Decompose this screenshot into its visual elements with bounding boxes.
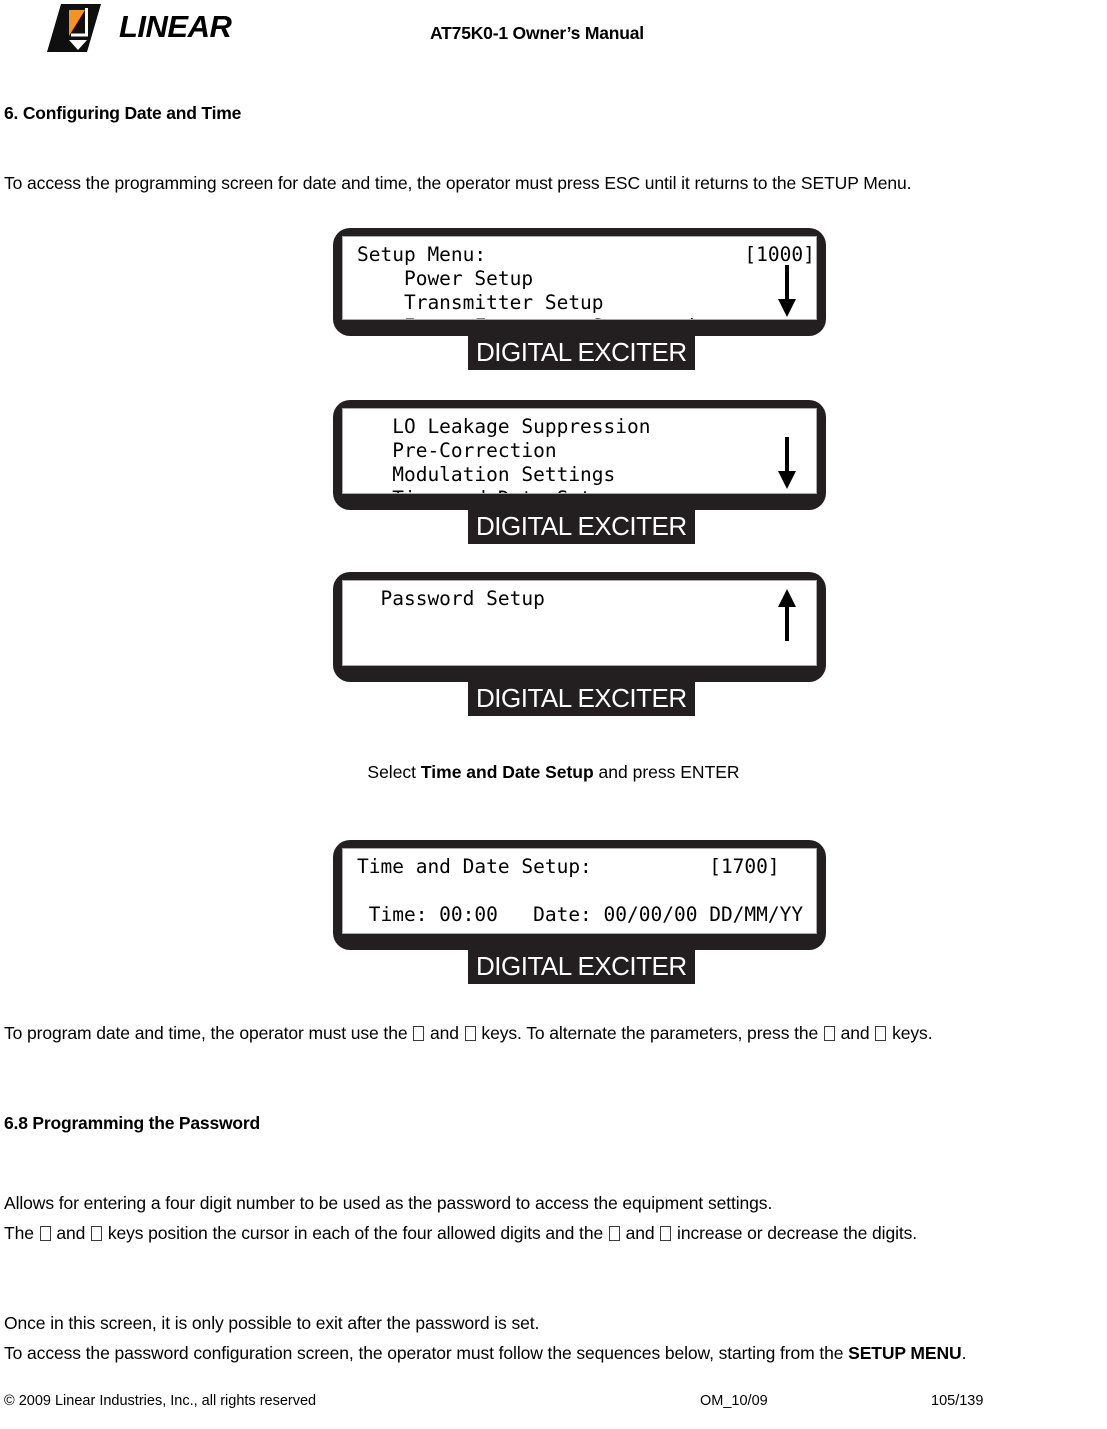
lcd-panel-lo-leakage-menu: LO Leakage Suppression Pre-Correction Mo… xyxy=(333,400,826,510)
header-title: AT75K0-1 Owner’s Manual xyxy=(430,23,644,43)
lcd-text: Time and Date Setup: [1700] Time: 00:00 … xyxy=(357,855,804,926)
lcd-text: Setup Menu: [1000] Power Setup Transmitt… xyxy=(357,243,815,319)
lcd-screen: Password Setup xyxy=(342,580,817,666)
caption-prefix: Select xyxy=(367,762,421,782)
note-part-c: keys. To alternate the parameters, press… xyxy=(476,1023,823,1043)
up-arrow-key-glyph-icon xyxy=(608,1226,620,1241)
down-arrow-icon xyxy=(776,435,798,491)
down-arrow-key-glyph-icon xyxy=(464,1026,476,1041)
caption-bold: Time and Date Setup xyxy=(420,762,594,782)
pw-part-b: and xyxy=(51,1223,91,1243)
footer-doc-code: OM_10/09 xyxy=(700,1393,768,1409)
down-arrow-icon xyxy=(776,263,798,319)
note-part-b: and xyxy=(425,1023,464,1043)
document-page: LINEAR AT75K0-1 Owner’s Manual 6. Config… xyxy=(0,0,1107,1429)
lcd-text: Password Setup xyxy=(380,587,545,610)
lcd-badge-digital-exciter: DIGITAL EXCITER xyxy=(468,950,695,984)
password-paragraph-2: The and keys position the cursor in each… xyxy=(4,1218,1103,1248)
password-paragraph-3: Once in this screen, it is only possible… xyxy=(4,1313,540,1333)
pw-part-d: and xyxy=(620,1223,660,1243)
lcd-badge-digital-exciter: DIGITAL EXCITER xyxy=(468,682,695,716)
pw-part-e: increase or decrease the digits. xyxy=(672,1223,918,1243)
note-part-e: keys. xyxy=(887,1023,933,1043)
caption-select-time-date: Select Time and Date Setup and press ENT… xyxy=(0,762,1107,783)
lcd-badge-digital-exciter: DIGITAL EXCITER xyxy=(468,336,695,370)
left-arrow-key-glyph-icon xyxy=(823,1026,835,1041)
pw4-bold-setup-menu: SETUP MENU xyxy=(848,1343,962,1363)
caption-suffix: and press ENTER xyxy=(593,762,740,782)
program-date-time-paragraph: To program date and time, the operator m… xyxy=(4,1018,1103,1048)
lcd-panel-password-setup-menu: Password Setup xyxy=(333,572,826,682)
up-arrow-key-glyph-icon xyxy=(413,1026,425,1041)
page-header: LINEAR AT75K0-1 Owner’s Manual xyxy=(0,0,1107,72)
lcd-screen: Time and Date Setup: [1700] Time: 00:00 … xyxy=(342,848,817,934)
pw4-part-b: . xyxy=(961,1343,967,1363)
password-paragraph-4: To access the password configuration scr… xyxy=(4,1338,1103,1368)
down-arrow-key-glyph-icon xyxy=(660,1226,672,1241)
lcd-panel-setup-menu: Setup Menu: [1000] Power Setup Transmitt… xyxy=(333,228,826,336)
lcd-text: LO Leakage Suppression Pre-Correction Mo… xyxy=(357,415,651,493)
right-arrow-key-glyph-icon xyxy=(91,1226,103,1241)
password-section-heading: 6.8 Programming the Password xyxy=(4,1113,261,1133)
right-arrow-key-glyph-icon xyxy=(875,1026,887,1041)
pw4-part-a: To access the password configuration scr… xyxy=(4,1343,849,1363)
section-heading: 6. Configuring Date and Time xyxy=(4,103,242,123)
footer-page-number: 105/139 xyxy=(931,1393,984,1409)
lcd-screen: LO Leakage Suppression Pre-Correction Mo… xyxy=(342,408,817,494)
page-footer: © 2009 Linear Industries, Inc., all righ… xyxy=(0,1393,1107,1423)
password-paragraph-1: Allows for entering a four digit number … xyxy=(4,1193,773,1213)
lcd-badge-digital-exciter: DIGITAL EXCITER xyxy=(468,510,695,544)
up-arrow-icon xyxy=(776,587,798,643)
lcd-screen: Setup Menu: [1000] Power Setup Transmitt… xyxy=(342,236,817,320)
note-part-d: and xyxy=(835,1023,875,1043)
intro-paragraph: To access the programming screen for dat… xyxy=(4,173,912,193)
lcd-panel-time-date-setup: Time and Date Setup: [1700] Time: 00:00 … xyxy=(333,840,826,950)
left-arrow-key-glyph-icon xyxy=(39,1226,51,1241)
footer-copyright: © 2009 Linear Industries, Inc., all righ… xyxy=(4,1393,317,1409)
pw-part-a: The xyxy=(4,1223,39,1243)
pw-part-c: keys position the cursor in each of the … xyxy=(103,1223,608,1243)
note-part-a: To program date and time, the operator m… xyxy=(4,1023,413,1043)
